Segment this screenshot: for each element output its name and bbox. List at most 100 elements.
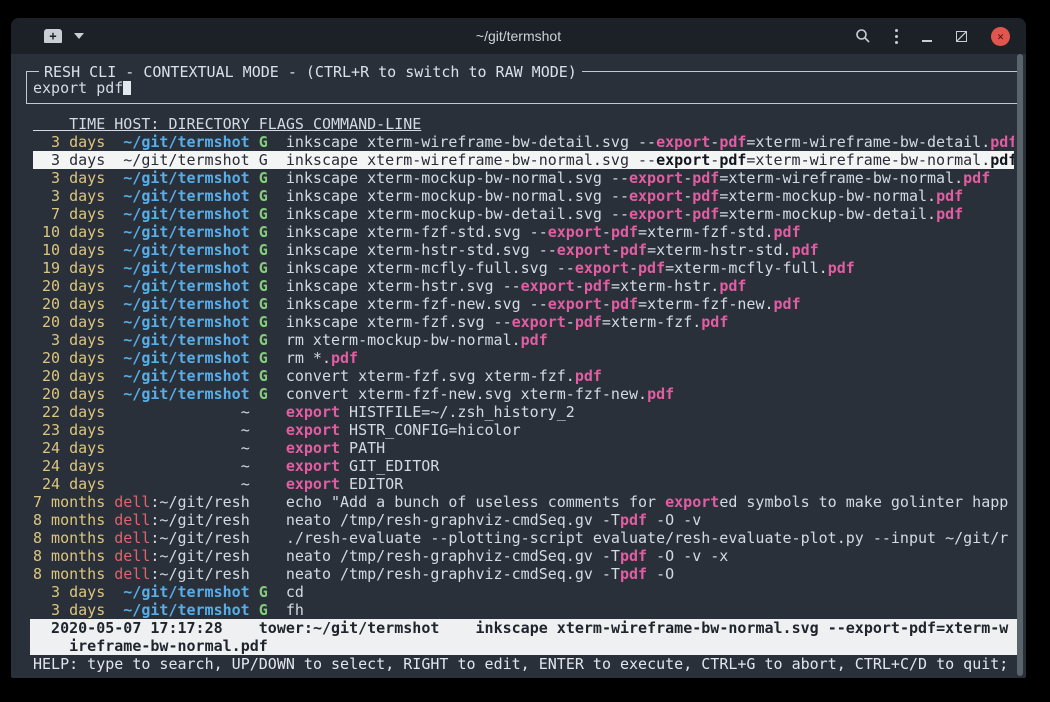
row-time: 7 months	[33, 493, 105, 511]
command-text: echo "Add a bunch of useless comments fo…	[286, 493, 665, 511]
search-match: pdf	[774, 295, 801, 313]
row-host-dir: dell:~/git/resh	[114, 547, 249, 565]
history-row[interactable]: 3 days ~/git/termshot G inkscape xterm-m…	[33, 187, 1014, 205]
status-line-1: 2020-05-07 17:17:28 tower:~/git/termshot…	[33, 619, 1017, 637]
history-row[interactable]: 7 months dell:~/git/resh echo "Add a bun…	[33, 493, 1014, 511]
row-host-dir: ~/git/termshot	[114, 205, 249, 223]
command-text: -O -v	[647, 511, 701, 529]
search-match: export	[286, 403, 340, 421]
command-text: -	[602, 295, 611, 313]
history-row[interactable]: 20 days ~/git/termshot G convert xterm-f…	[33, 367, 1014, 385]
search-match: pdf	[990, 151, 1014, 169]
history-row[interactable]: 24 days ~ export EDITOR	[33, 475, 1014, 493]
search-match: pdf	[584, 277, 611, 295]
history-row[interactable]: 20 days ~/git/termshot G inkscape xterm-…	[33, 313, 1014, 331]
row-command: export EDITOR	[286, 475, 403, 493]
history-row[interactable]: 23 days ~ export HSTR_CONFIG=hicolor	[33, 421, 1014, 439]
history-row-selected[interactable]: 3 days ~/git/termshot G inkscape xterm-w…	[33, 151, 1014, 169]
row-flag: G	[259, 205, 268, 223]
history-row[interactable]: 20 days ~/git/termshot G inkscape xterm-…	[33, 277, 1014, 295]
row-command: convert xterm-fzf.svg xterm-fzf.pdf	[286, 367, 602, 385]
history-row[interactable]: 3 days ~/git/termshot G fh	[33, 601, 1014, 619]
status-line-2: ireframe-bw-normal.pdf	[33, 637, 1017, 655]
search-match: export	[521, 277, 575, 295]
row-host-dir: ~/git/termshot	[114, 241, 249, 259]
history-row[interactable]: 8 months dell:~/git/resh neato /tmp/resh…	[33, 547, 1014, 565]
search-match: pdf	[719, 133, 746, 151]
command-text: -	[683, 187, 692, 205]
search-match: pdf	[692, 187, 719, 205]
row-host-dir: ~/git/termshot	[114, 601, 249, 619]
command-text: =xterm-fzf-std.	[638, 223, 773, 241]
history-row[interactable]: 8 months dell:~/git/resh neato /tmp/resh…	[33, 511, 1014, 529]
history-row[interactable]: 10 days ~/git/termshot G inkscape xterm-…	[33, 223, 1014, 241]
search-match: pdf	[701, 313, 728, 331]
row-time: 3 days	[33, 169, 105, 187]
search-match: export	[629, 187, 683, 205]
history-row[interactable]: 24 days ~ export PATH	[33, 439, 1014, 457]
search-match: pdf	[575, 367, 602, 385]
row-directory: ~	[241, 475, 250, 493]
history-row[interactable]: 20 days ~/git/termshot G rm *.pdf	[33, 349, 1014, 367]
history-row[interactable]: 3 days ~/git/termshot G inkscape xterm-w…	[33, 133, 1014, 151]
row-time: 3 days	[33, 151, 105, 169]
row-command: export PATH	[286, 439, 385, 457]
history-row[interactable]: 3 days ~/git/termshot G cd	[33, 583, 1014, 601]
search-match: export	[548, 223, 602, 241]
row-command: inkscape xterm-fzf-new.svg --export-pdf=…	[286, 295, 801, 313]
history-row[interactable]: 3 days ~/git/termshot G rm xterm-mockup-…	[33, 331, 1014, 349]
command-text: cd	[286, 583, 304, 601]
search-match: export	[286, 457, 340, 475]
row-time: 20 days	[33, 313, 105, 331]
row-time: 20 days	[33, 349, 105, 367]
history-row[interactable]: 20 days ~/git/termshot G convert xterm-f…	[33, 385, 1014, 403]
row-time: 20 days	[33, 367, 105, 385]
history-row[interactable]: 24 days ~ export GIT_EDITOR	[33, 457, 1014, 475]
history-row[interactable]: 7 days ~/git/termshot G inkscape xterm-m…	[33, 205, 1014, 223]
history-row[interactable]: 8 months dell:~/git/resh neato /tmp/resh…	[33, 565, 1014, 583]
row-host-dir: ~	[114, 421, 249, 439]
history-row[interactable]: 10 days ~/git/termshot G inkscape xterm-…	[33, 241, 1014, 259]
row-directory: ~/git/termshot	[123, 205, 249, 223]
search-input[interactable]: export pdf	[33, 79, 1017, 97]
row-time: 3 days	[33, 133, 105, 151]
row-directory: :~/git/resh	[150, 493, 249, 511]
row-directory: :~/git/resh	[150, 565, 249, 583]
command-text: inkscape xterm-mockup-bw-normal.svg --	[286, 187, 629, 205]
row-directory: :~/git/resh	[150, 529, 249, 547]
history-row[interactable]: 3 days ~/git/termshot G inkscape xterm-m…	[33, 169, 1014, 187]
row-command: fh	[286, 601, 304, 619]
row-directory: ~/git/termshot	[123, 187, 249, 205]
search-box-title: RESH CLI - CONTEXTUAL MODE - (CTRL+R to …	[39, 63, 582, 81]
history-row[interactable]: 20 days ~/git/termshot G inkscape xterm-…	[33, 295, 1014, 313]
row-command: neato /tmp/resh-graphviz-cmdSeq.gv -Tpdf…	[286, 565, 674, 583]
row-command: export GIT_EDITOR	[286, 457, 440, 475]
row-directory: ~	[241, 457, 250, 475]
command-text: convert xterm-fzf.svg xterm-fzf.	[286, 367, 575, 385]
history-row[interactable]: 19 days ~/git/termshot G inkscape xterm-…	[33, 259, 1014, 277]
search-match: pdf	[828, 259, 855, 277]
search-match: export	[665, 493, 719, 511]
row-time: 24 days	[33, 475, 105, 493]
row-directory: ~/git/termshot	[123, 169, 249, 187]
row-directory: ~/git/termshot	[123, 331, 249, 349]
row-directory: ~/git/termshot	[123, 367, 249, 385]
row-flag: G	[259, 187, 268, 205]
status-bar: 2020-05-07 17:17:28 tower:~/git/termshot…	[30, 619, 1017, 655]
command-text: -	[710, 133, 719, 151]
scrollbar[interactable]	[1017, 54, 1023, 676]
row-command: inkscape xterm-mockup-bw-detail.svg --ex…	[286, 205, 963, 223]
command-text: =xterm-wireframe-bw-normal.	[719, 169, 963, 187]
history-row[interactable]: 8 months dell:~/git/resh ./resh-evaluate…	[33, 529, 1014, 547]
history-row[interactable]: 22 days ~ export HISTFILE=~/.zsh_history…	[33, 403, 1014, 421]
command-text: convert xterm-fzf-new.svg xterm-fzf-new.	[286, 385, 647, 403]
row-host-dir: ~/git/termshot	[114, 367, 249, 385]
search-match: export	[286, 439, 340, 457]
row-time: 8 months	[33, 529, 105, 547]
row-time: 24 days	[33, 457, 105, 475]
search-match: pdf	[792, 241, 819, 259]
row-directory: ~	[241, 403, 250, 421]
row-flag: G	[259, 601, 268, 619]
row-flag: G	[259, 349, 268, 367]
row-directory: ~	[241, 439, 250, 457]
